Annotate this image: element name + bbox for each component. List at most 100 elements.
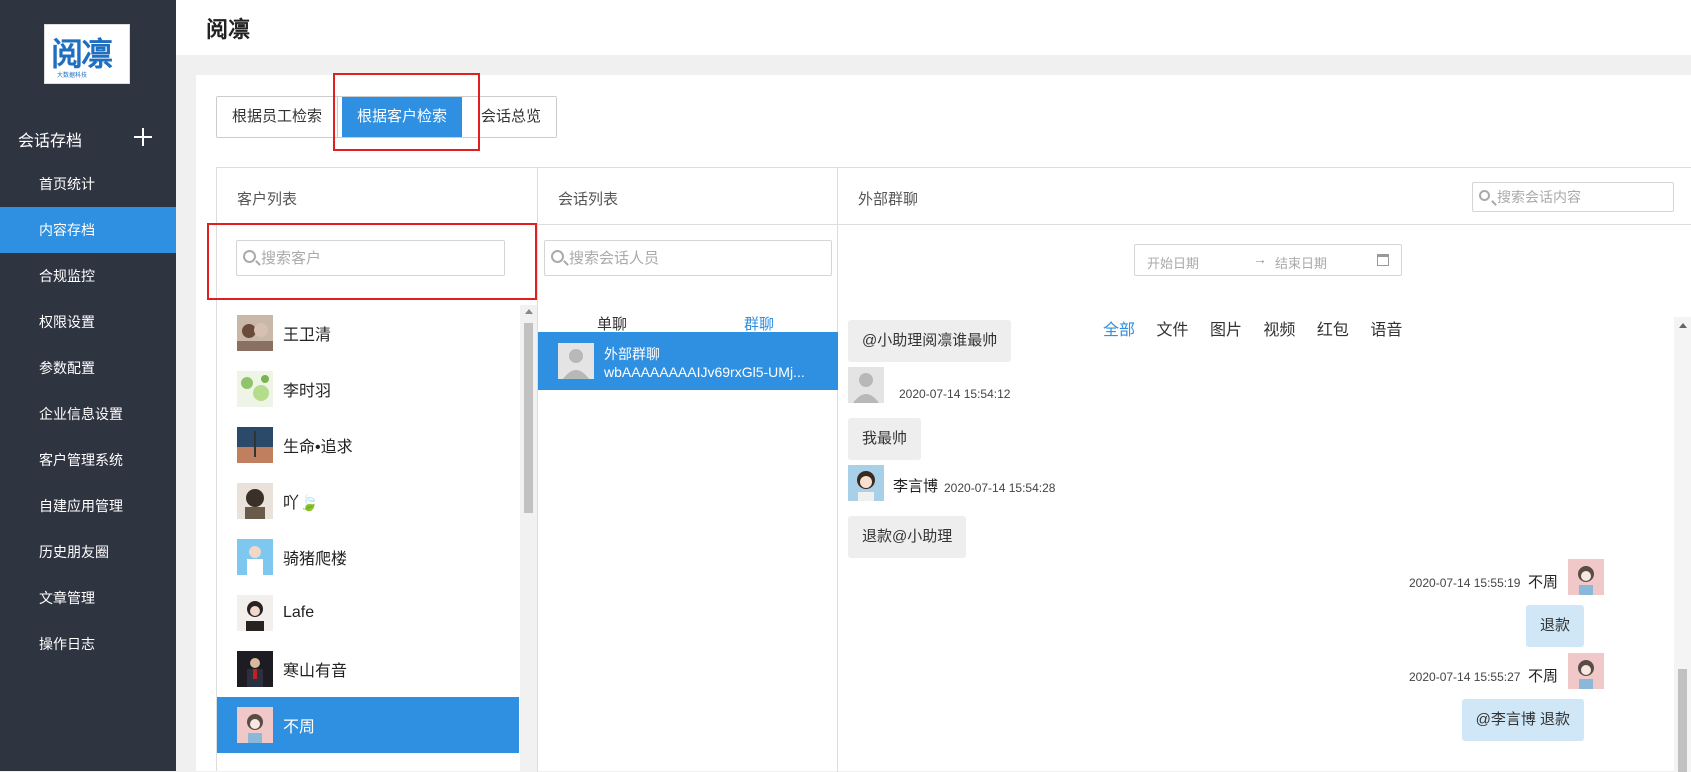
chat-scrollbar[interactable] <box>1674 317 1691 772</box>
sidebar-nav: 首页统计 内容存档 合规监控 权限设置 参数配置 企业信息设置 客户管理系统 自… <box>0 161 176 667</box>
date-end-input[interactable]: 结束日期 <box>1275 253 1327 272</box>
filter-all[interactable]: 全部 <box>1103 322 1135 339</box>
chat-body: 开始日期 → 结束日期 <box>838 225 1691 772</box>
avatar <box>237 483 273 519</box>
message-time: 2020-07-14 15:54:28 <box>944 481 1056 495</box>
customer-name: 不周 <box>283 719 316 736</box>
filter-videos[interactable]: 视频 <box>1263 322 1295 339</box>
conversation-panel: 会话列表 单聊 群聊 外部群聊 wbAAAAAAAAIJv69rxGl5-UMj… <box>538 168 838 772</box>
date-range-picker[interactable]: 开始日期 → 结束日期 <box>1134 244 1402 276</box>
chat-search-input[interactable] <box>1497 183 1667 211</box>
customer-panel-title: 客户列表 <box>237 191 298 208</box>
message-bubble: 退款 <box>1525 605 1584 647</box>
avatar <box>237 651 273 687</box>
chat-panel-title: 外部群聊 <box>858 191 919 208</box>
list-item[interactable]: 吖🍃 <box>217 473 519 529</box>
logo-subtext: 大数据科技 <box>57 73 88 79</box>
avatar <box>558 343 594 379</box>
search-icon <box>551 250 564 263</box>
avatar <box>848 367 884 403</box>
tab-by-employee[interactable]: 根据员工检索 <box>217 97 339 137</box>
conversation-panel-title: 会话列表 <box>558 191 619 208</box>
list-item[interactable]: 骑猪爬楼 <box>217 529 519 585</box>
message-time: 2020-07-14 15:55:19 <box>1409 576 1521 590</box>
message-time: 2020-07-14 15:54:12 <box>899 387 1011 401</box>
avatar <box>1568 653 1604 689</box>
list-item[interactable]: 寒山有音 <box>217 641 519 697</box>
conversation-type-tabs: 单聊 群聊 <box>538 313 838 333</box>
main-content: 根据员工检索 根据客户检索 会话总览 客户列表 王卫清 李时羽 <box>196 75 1691 772</box>
customer-name: 寒山有音 <box>283 663 348 680</box>
customer-name: 生命•追求 <box>283 439 353 456</box>
filter-files[interactable]: 文件 <box>1156 322 1188 339</box>
chat-panel: 外部群聊 开始日期 → 结束日期 全部 文件 图片 视频 红包 <box>838 168 1691 772</box>
list-item[interactable]: 外部群聊 wbAAAAAAAAIJv69rxGl5-UMj... <box>538 332 838 390</box>
message-type-filters: 全部 文件 图片 视频 红包 语音 <box>1103 316 1419 340</box>
avatar <box>237 595 273 631</box>
date-start-input[interactable]: 开始日期 <box>1147 253 1199 272</box>
search-icon <box>1479 190 1490 201</box>
avatar <box>237 427 273 463</box>
date-separator: → <box>1253 251 1267 267</box>
sidebar-item-company-info[interactable]: 企业信息设置 <box>0 391 176 437</box>
avatar <box>1568 559 1604 595</box>
list-item[interactable]: 生命•追求 <box>217 417 519 473</box>
conversation-id: wbAAAAAAAAIJv69rxGl5-UMj... <box>604 364 805 380</box>
tab-single-chat[interactable]: 单聊 <box>597 313 627 334</box>
customer-name: 王卫清 <box>283 327 332 344</box>
sidebar-item-articles[interactable]: 文章管理 <box>0 575 176 621</box>
message-sender: 不周 <box>1528 574 1559 591</box>
logo: 阅凛 大数据科技 <box>44 24 130 84</box>
sidebar-item-permissions[interactable]: 权限设置 <box>0 299 176 345</box>
logo-text: 阅凛 <box>51 35 113 73</box>
conversation-name: 外部群聊 <box>604 346 660 362</box>
conversation-search-input[interactable] <box>569 241 825 275</box>
message-sender: 李言博 <box>893 478 939 495</box>
sidebar-item-compliance[interactable]: 合规监控 <box>0 253 176 299</box>
sidebar-item-home-stats[interactable]: 首页统计 <box>0 161 176 207</box>
scroll-up-icon[interactable] <box>525 309 533 314</box>
highlight-box-tab <box>333 73 480 151</box>
avatar <box>237 371 273 407</box>
chat-panel-header: 外部群聊 <box>838 168 1691 225</box>
sidebar-item-moments-history[interactable]: 历史朋友圈 <box>0 529 176 575</box>
calendar-icon[interactable] <box>1377 254 1389 266</box>
chat-search <box>1472 182 1674 212</box>
sidebar-item-params[interactable]: 参数配置 <box>0 345 176 391</box>
list-item[interactable]: 王卫清 <box>217 305 519 361</box>
plus-icon[interactable] <box>134 128 152 146</box>
topbar: 阅凛 <box>176 0 1691 55</box>
conversation-panel-header: 会话列表 <box>538 168 837 225</box>
list-item[interactable]: 李时羽 <box>217 361 519 417</box>
customer-panel-header: 客户列表 <box>217 168 537 225</box>
customer-list: 王卫清 李时羽 生命•追求 吖🍃 骑猪爬楼 Lafe 寒山有音 不周 <box>217 305 519 772</box>
sidebar-item-operation-log[interactable]: 操作日志 <box>0 621 176 667</box>
sidebar: 阅凛 大数据科技 会话存档 首页统计 内容存档 合规监控 权限设置 参数配置 企… <box>0 0 176 771</box>
tab-group-chat[interactable]: 群聊 <box>744 313 774 334</box>
filter-images[interactable]: 图片 <box>1210 322 1242 339</box>
customer-name: Lafe <box>283 604 315 621</box>
scrollbar-thumb[interactable] <box>524 323 533 513</box>
scroll-up-icon[interactable] <box>1679 323 1687 328</box>
message-bubble: 我最帅 <box>848 418 922 460</box>
customer-list-scrollbar[interactable] <box>520 305 537 772</box>
filter-voice[interactable]: 语音 <box>1370 322 1402 339</box>
sidebar-item-crm[interactable]: 客户管理系统 <box>0 437 176 483</box>
sidebar-item-custom-apps[interactable]: 自建应用管理 <box>0 483 176 529</box>
list-item[interactable]: 不周 <box>217 697 519 753</box>
list-item[interactable]: Lafe <box>217 585 519 641</box>
section-title: 会话存档 <box>18 133 83 150</box>
message-time: 2020-07-14 15:55:27 <box>1409 670 1521 684</box>
avatar <box>237 315 273 351</box>
sidebar-item-content-archive[interactable]: 内容存档 <box>0 207 176 253</box>
message-bubble: @李言博 退款 <box>1461 699 1584 741</box>
filter-red-packets[interactable]: 红包 <box>1317 322 1349 339</box>
customer-name: 李时羽 <box>283 383 332 400</box>
conversation-search <box>544 240 832 276</box>
message-bubble: 退款@小助理 <box>848 516 967 558</box>
avatar <box>237 707 273 743</box>
message-bubble: @小助理阅凛谁最帅 <box>848 320 1012 362</box>
scrollbar-thumb[interactable] <box>1678 669 1687 772</box>
message-sender: 不周 <box>1528 668 1559 685</box>
customer-name: 骑猪爬楼 <box>283 551 348 568</box>
